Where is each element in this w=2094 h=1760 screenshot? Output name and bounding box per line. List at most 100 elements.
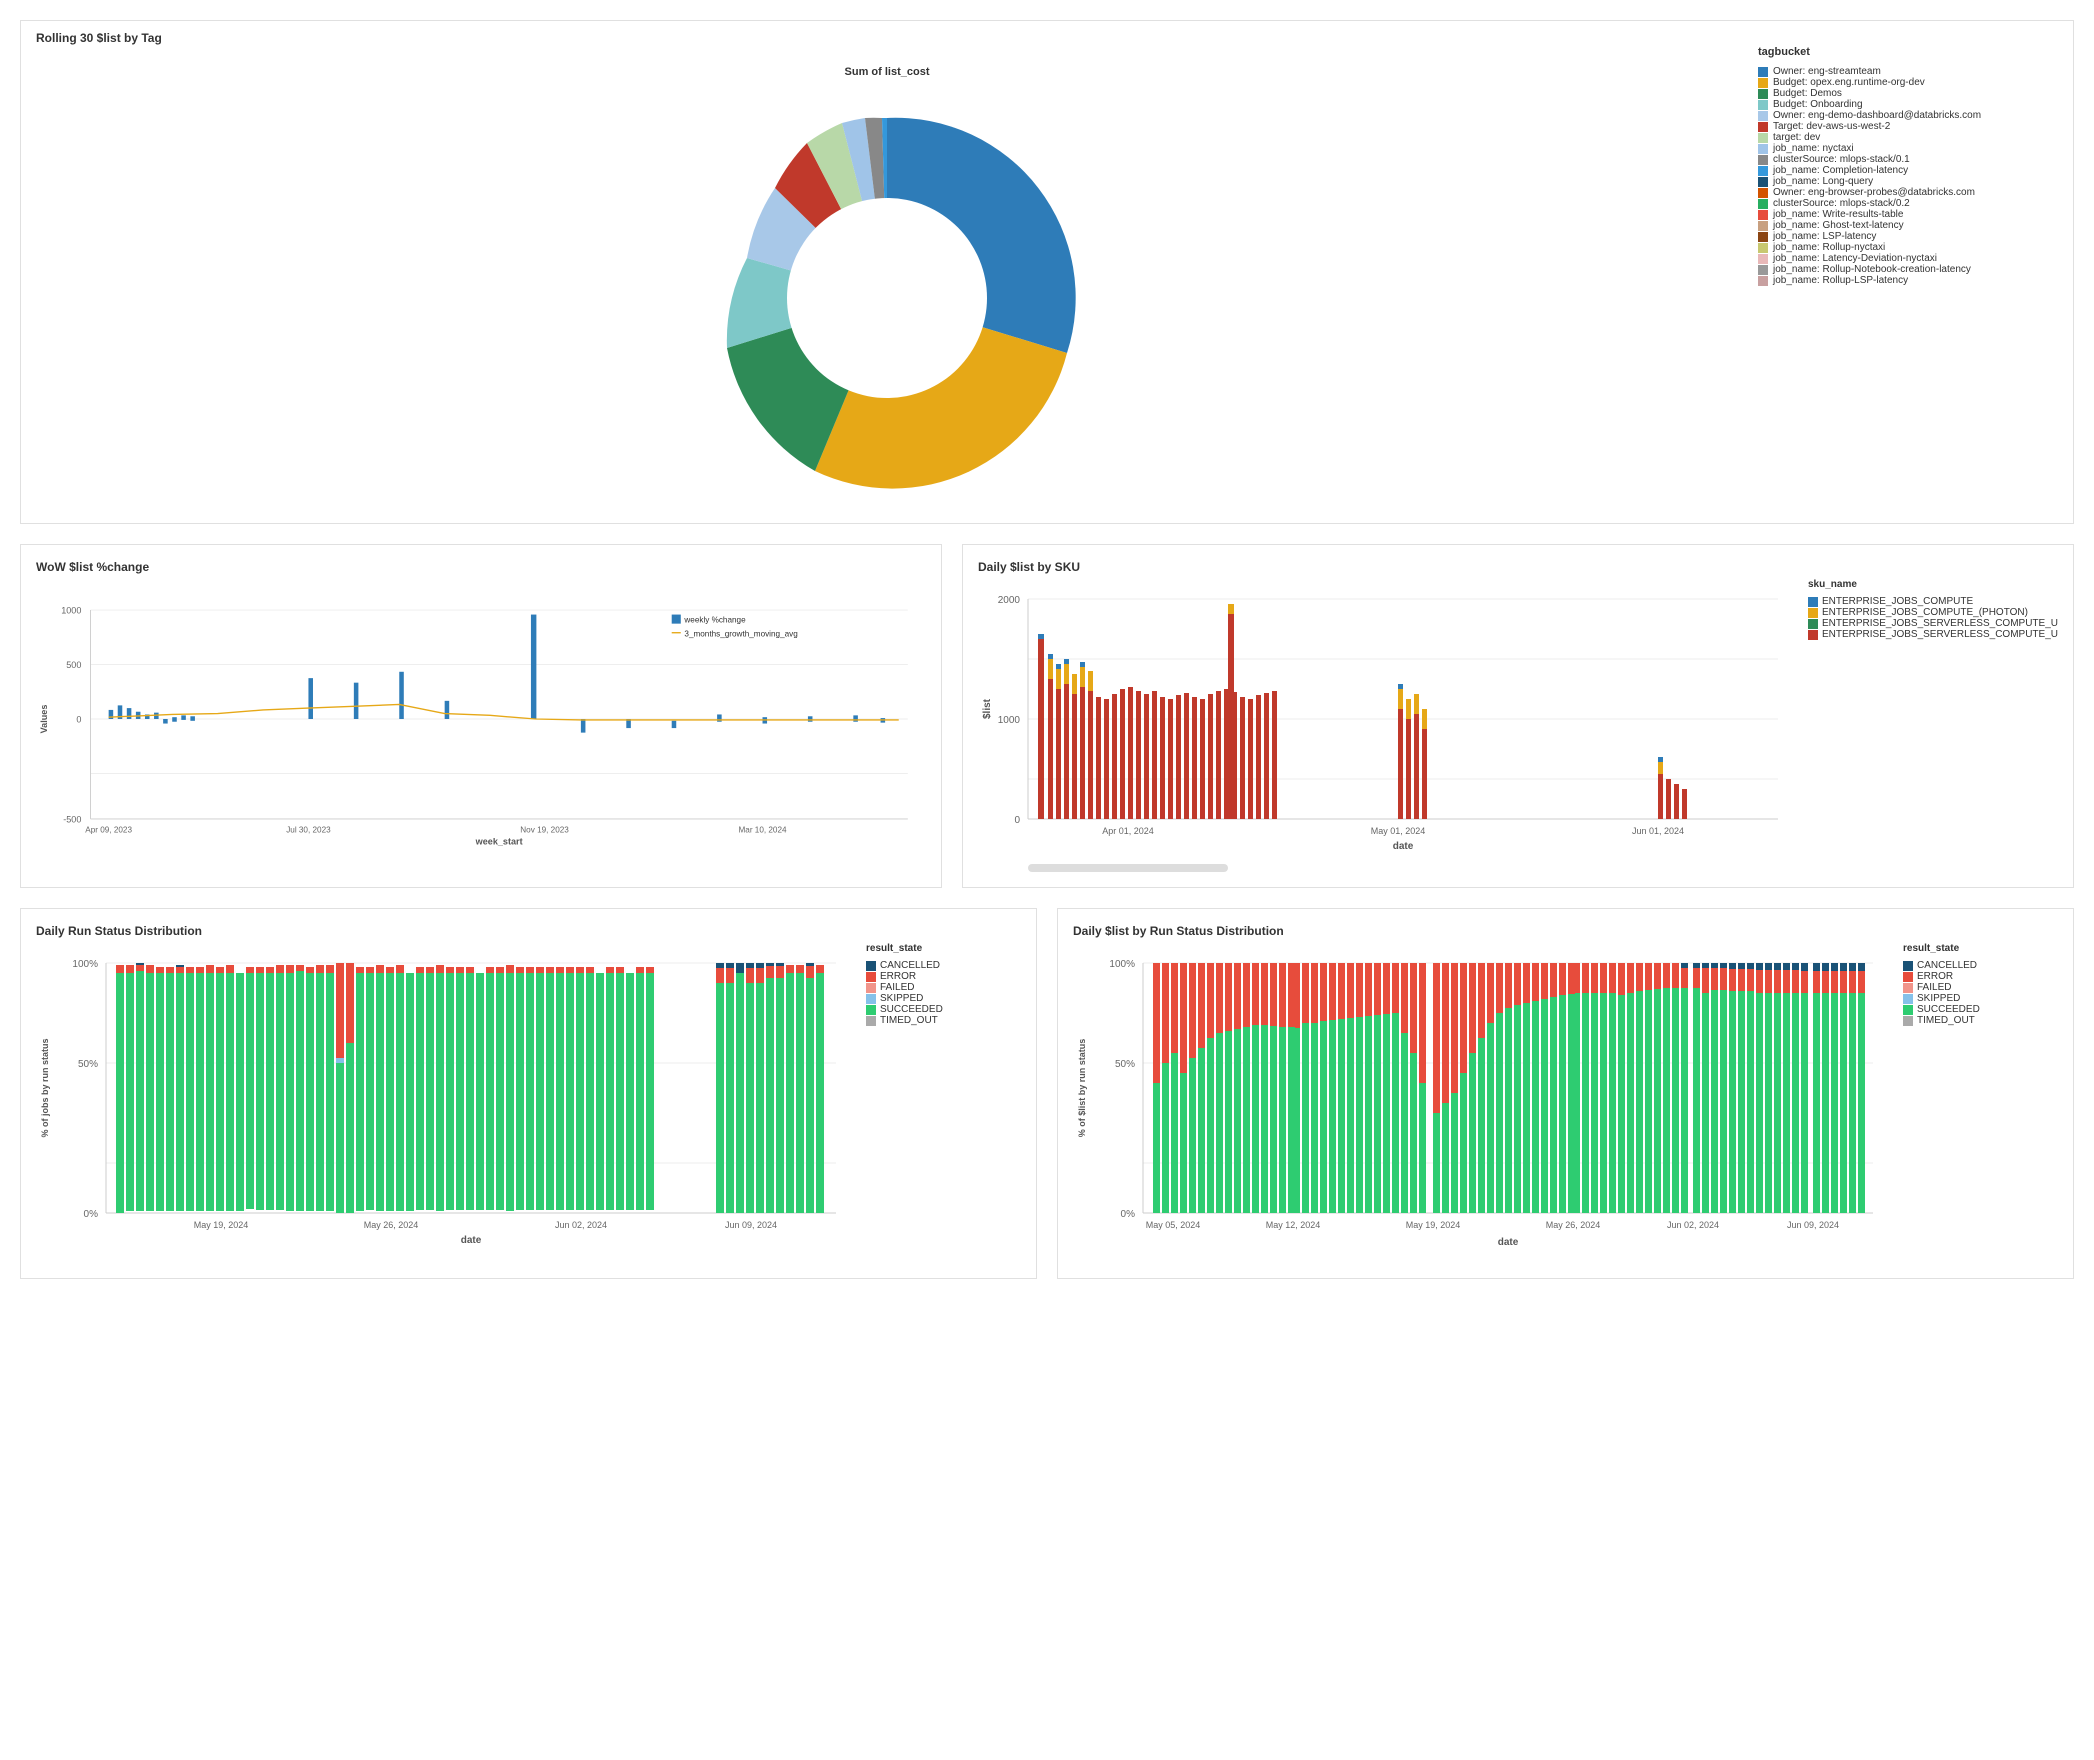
svg-text:0%: 0% xyxy=(84,1209,99,1220)
svg-text:date: date xyxy=(461,1235,482,1246)
donut-legend-item: clusterSource: mlops-stack/0.1 xyxy=(1758,154,2038,165)
legend-label: ENTERPRISE_JOBS_SERVERLESS_COMPUTE_U xyxy=(1822,629,2058,640)
svg-text:-500: -500 xyxy=(63,815,81,825)
legend-label: job_name: Rollup-Notebook-creation-laten… xyxy=(1773,264,1971,275)
legend-color-swatch xyxy=(1758,232,1768,242)
donut-legend-item: job_name: LSP-latency xyxy=(1758,231,2038,242)
donut-hole xyxy=(787,198,987,398)
chart-scrollbar[interactable] xyxy=(1028,864,1228,872)
svg-text:May 19, 2024: May 19, 2024 xyxy=(194,1220,249,1230)
daily-run-status-svg: 100% 50% 0% % of jobs by run status May … xyxy=(36,943,856,1263)
svg-text:week_start: week_start xyxy=(475,836,523,846)
donut-legend-item: job_name: Write-results-table xyxy=(1758,209,2038,220)
legend-label: job_name: nyctaxi xyxy=(1773,143,1854,154)
svg-text:date: date xyxy=(1498,1237,1519,1248)
legend-label: clusterSource: mlops-stack/0.1 xyxy=(1773,154,1910,165)
svg-text:May 12, 2024: May 12, 2024 xyxy=(1266,1220,1321,1230)
legend-label: CANCELLED xyxy=(880,960,940,971)
legend-label: job_name: Rollup-LSP-latency xyxy=(1773,275,1908,286)
daily-list-run-svg: 100% 50% 0% % of $list by run status May… xyxy=(1073,943,1893,1263)
run-status-legend-item: SKIPPED xyxy=(866,993,943,1004)
legend-sq xyxy=(1808,619,1818,629)
legend-sq xyxy=(866,961,876,971)
legend-label: job_name: Long-query xyxy=(1773,176,1873,187)
svg-text:May 05, 2024: May 05, 2024 xyxy=(1146,1220,1201,1230)
legend-label: TIMED_OUT xyxy=(880,1015,938,1026)
run-status-legend-item: CANCELLED xyxy=(866,960,943,971)
run-status-legend-item: SUCCEEDED xyxy=(866,1004,943,1015)
svg-text:500: 500 xyxy=(66,660,81,670)
legend-label: TIMED_OUT xyxy=(1917,1015,1975,1026)
run-status-legend-item: ERROR xyxy=(866,971,943,982)
legend-label: job_name: Completion-latency xyxy=(1773,165,1908,176)
donut-legend-item: job_name: Latency-Deviation-nyctaxi xyxy=(1758,253,2038,264)
middle-section: WoW $list %change 1000 500 0 -500 Apr 09… xyxy=(20,544,2074,888)
donut-legend-title: tagbucket xyxy=(1758,46,2038,58)
legend-label: SUCCEEDED xyxy=(880,1004,943,1015)
donut-legend-item: job_name: Rollup-Notebook-creation-laten… xyxy=(1758,264,2038,275)
svg-text:% of $list by run status: % of $list by run status xyxy=(1077,1039,1087,1138)
svg-text:3_months_growth_moving_avg: 3_months_growth_moving_avg xyxy=(684,629,798,638)
daily-sku-legend: sku_name ENTERPRISE_JOBS_COMPUTEENTERPRI… xyxy=(1808,579,2058,859)
donut-legend-area: tagbucket Owner: eng-streamteamBudget: o… xyxy=(1738,36,2058,508)
legend-label: SUCCEEDED xyxy=(1917,1004,1980,1015)
svg-text:Jul 30, 2023: Jul 30, 2023 xyxy=(286,826,331,835)
svg-text:Apr 09, 2023: Apr 09, 2023 xyxy=(85,826,132,835)
legend-label: FAILED xyxy=(880,982,914,993)
sku-legend-item: ENTERPRISE_JOBS_SERVERLESS_COMPUTE_U xyxy=(1808,629,2058,640)
wow-chart-title: WoW $list %change xyxy=(36,560,926,574)
legend-sq xyxy=(866,972,876,982)
daily-sku-svg: 2000 1000 0 Apr 01, 2024 May 01, 2024 Ju… xyxy=(978,579,1798,859)
donut-legend-item: job_name: Ghost-text-latency xyxy=(1758,220,2038,231)
legend-color-swatch xyxy=(1758,210,1768,220)
legend-label: clusterSource: mlops-stack/0.2 xyxy=(1773,198,1910,209)
legend-sq xyxy=(1903,972,1913,982)
daily-run-legend: result_state CANCELLEDERRORFAILEDSKIPPED… xyxy=(866,943,943,1263)
svg-text:weekly %change: weekly %change xyxy=(683,616,746,625)
legend-sq xyxy=(1903,961,1913,971)
legend-sq xyxy=(1903,1005,1913,1015)
svg-text:50%: 50% xyxy=(1115,1059,1135,1070)
legend-color-swatch xyxy=(1758,276,1768,286)
daily-list-run-panel: Daily $list by Run Status Distribution 1… xyxy=(1057,908,2074,1279)
legend-label: Owner: eng-demo-dashboard@databricks.com xyxy=(1773,110,1981,121)
daily-run-status-panel: Daily Run Status Distribution 100% 50% 0… xyxy=(20,908,1037,1279)
donut-legend: Owner: eng-streamteamBudget: opex.eng.ru… xyxy=(1758,66,2038,286)
legend-color-swatch xyxy=(1758,188,1768,198)
legend-color-swatch xyxy=(1758,155,1768,165)
daily-sku-legend-title: sku_name xyxy=(1808,579,2058,590)
sku-legend-item: ENTERPRISE_JOBS_SERVERLESS_COMPUTE_U xyxy=(1808,618,2058,629)
legend-label: Owner: eng-streamteam xyxy=(1773,66,1881,77)
legend-sq xyxy=(1808,630,1818,640)
legend-label: ERROR xyxy=(1917,971,1953,982)
legend-label: target: dev xyxy=(1773,132,1820,143)
dashboard: Rolling 30 $list by Tag Sum of list_cost xyxy=(0,0,2094,1299)
legend-sq xyxy=(1903,1016,1913,1026)
svg-text:50%: 50% xyxy=(78,1059,98,1070)
donut-legend-item: Owner: eng-demo-dashboard@databricks.com xyxy=(1758,110,2038,121)
daily-sku-chart-title: Daily $list by SKU xyxy=(978,560,2058,574)
list-run-legend-item: ERROR xyxy=(1903,971,1980,982)
legend-label: ENTERPRISE_JOBS_SERVERLESS_COMPUTE_U xyxy=(1822,618,2058,629)
legend-color-swatch xyxy=(1758,111,1768,121)
legend-color-swatch xyxy=(1758,89,1768,99)
svg-text:1000: 1000 xyxy=(61,606,81,616)
legend-color-swatch xyxy=(1758,133,1768,143)
svg-text:May 19, 2024: May 19, 2024 xyxy=(1406,1220,1461,1230)
legend-color-swatch xyxy=(1758,122,1768,132)
svg-text:date: date xyxy=(1393,841,1414,852)
svg-text:May 26, 2024: May 26, 2024 xyxy=(1546,1220,1601,1230)
list-run-legend-item: SUCCEEDED xyxy=(1903,1004,1980,1015)
svg-text:May 26, 2024: May 26, 2024 xyxy=(364,1220,419,1230)
legend-label: job_name: Write-results-table xyxy=(1773,209,1903,220)
donut-legend-item: Owner: eng-browser-probes@databricks.com xyxy=(1758,187,2038,198)
donut-legend-item: Budget: Onboarding xyxy=(1758,99,2038,110)
svg-text:0%: 0% xyxy=(1121,1209,1136,1220)
legend-label: Budget: Onboarding xyxy=(1773,99,1863,110)
legend-label: FAILED xyxy=(1917,982,1951,993)
daily-list-run-legend-title: result_state xyxy=(1903,943,1980,954)
svg-text:% of jobs by run status: % of jobs by run status xyxy=(40,1038,50,1137)
legend-color-swatch xyxy=(1758,243,1768,253)
wow-chart-panel: WoW $list %change 1000 500 0 -500 Apr 09… xyxy=(20,544,942,888)
donut-legend-item: Owner: eng-streamteam xyxy=(1758,66,2038,77)
